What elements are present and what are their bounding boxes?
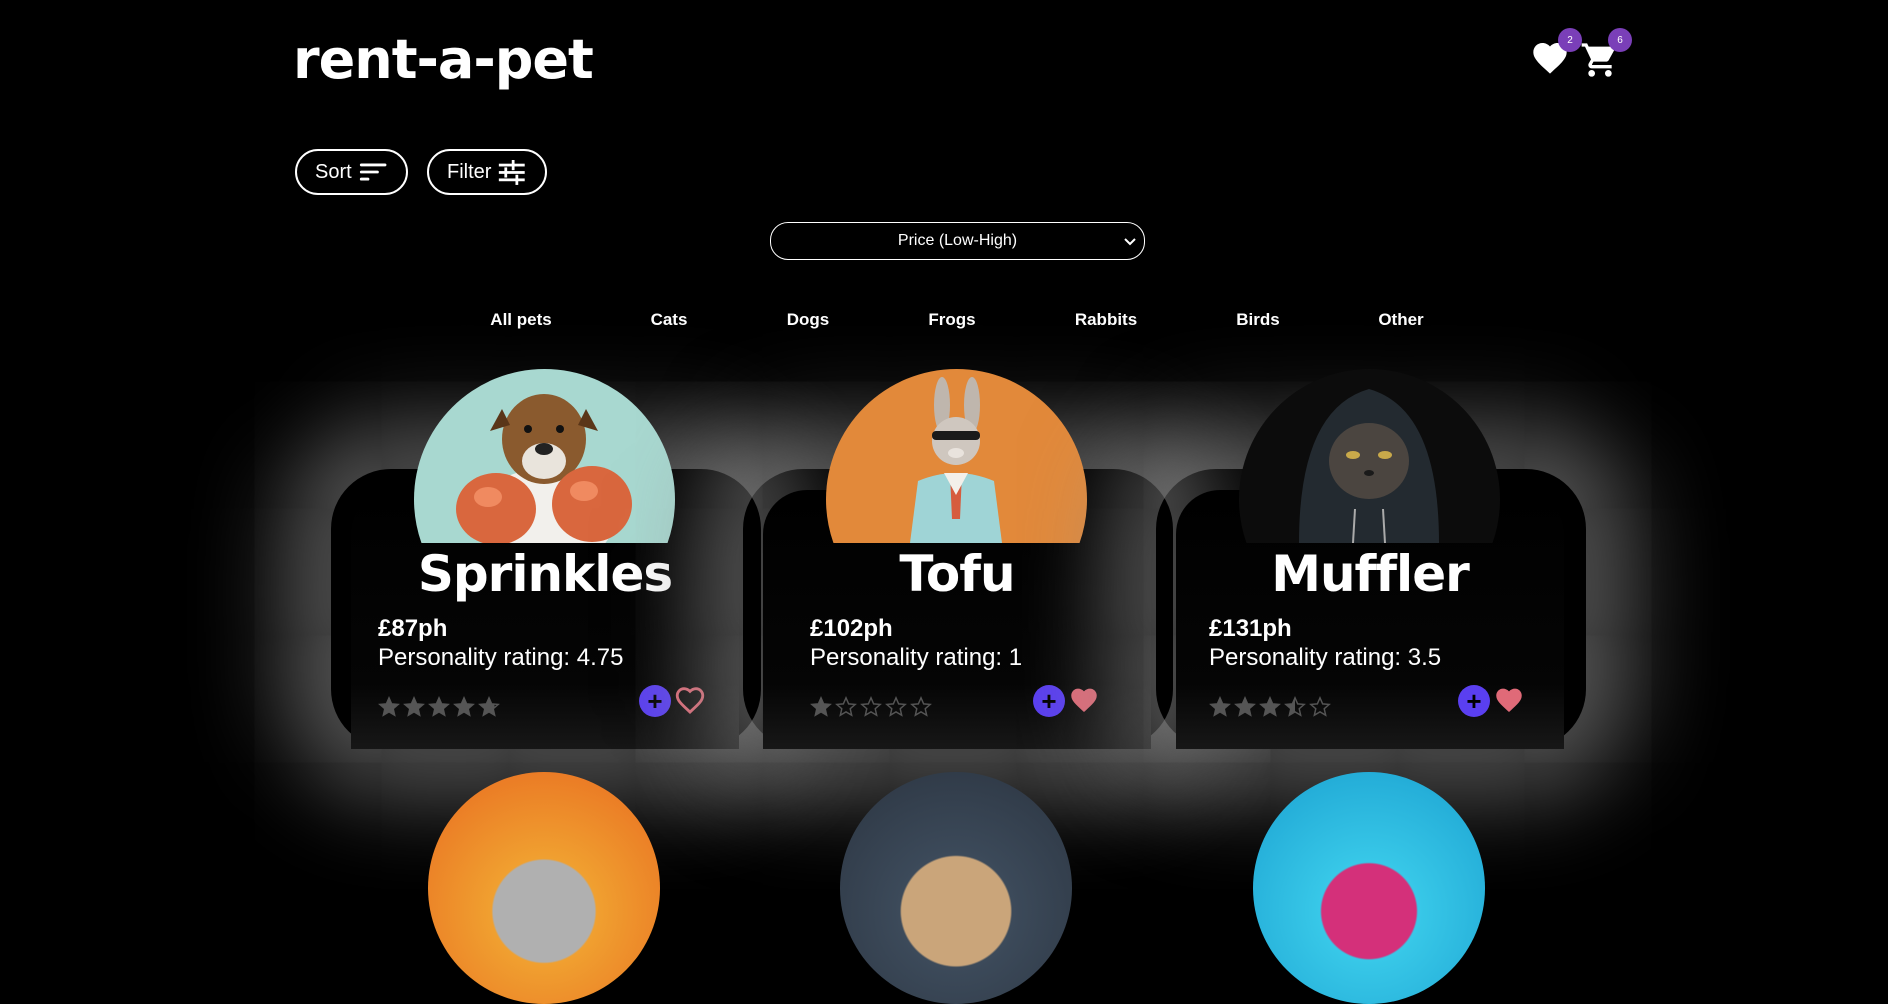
pet-card[interactable]: Muffler £131ph Personality rating: 3.5 +: [1176, 369, 1566, 749]
pet-name: Tofu: [899, 545, 1015, 603]
favorite-button[interactable]: [1067, 683, 1101, 717]
pet-name: Sprinkles: [417, 545, 673, 603]
add-to-cart-button[interactable]: +: [1458, 685, 1490, 717]
star-icon: [835, 696, 857, 717]
boxer-dog-illustration: [456, 394, 632, 543]
pet-photo-next-row: [428, 772, 660, 1004]
favorite-button[interactable]: [673, 683, 707, 717]
sort-button[interactable]: Sort: [295, 149, 408, 195]
add-to-cart-button[interactable]: +: [639, 685, 671, 717]
plus-icon: +: [1041, 686, 1057, 716]
sort-select-value: Price (Low-High): [897, 232, 1018, 249]
pet-price: £102ph: [810, 615, 893, 642]
rabbit-in-suit-illustration: [910, 377, 1002, 543]
pet-card[interactable]: Tofu £102ph Personality rating: 1 +: [763, 369, 1153, 749]
pet-price: £87ph: [378, 615, 448, 642]
plus-icon: +: [647, 686, 663, 716]
filter-sliders-icon: [499, 159, 526, 185]
sort-label: Sort: [315, 160, 352, 183]
star-icon: [453, 696, 475, 717]
pet-photo-next-row: [840, 772, 1072, 1004]
favorite-button[interactable]: [1492, 683, 1526, 717]
cat-in-hoodie-illustration: [1299, 389, 1439, 543]
pet-price: £131ph: [1209, 615, 1292, 642]
add-to-cart-button[interactable]: +: [1033, 685, 1065, 717]
star-icon: [1309, 696, 1331, 717]
sort-lines-icon: [359, 163, 387, 181]
favorites-count-badge: 2: [1558, 28, 1582, 52]
category-tabs: All pets Cats Dogs Frogs Rabbits Birds O…: [0, 310, 1888, 334]
tab-birds[interactable]: Birds: [1236, 310, 1279, 330]
star-icon: [1259, 696, 1281, 717]
personality-rating: Personality rating: 3.5: [1209, 644, 1442, 671]
star-icon: [378, 696, 400, 717]
tab-all-pets[interactable]: All pets: [490, 310, 551, 330]
chevron-down-icon: [1124, 238, 1136, 246]
tab-dogs[interactable]: Dogs: [787, 310, 830, 330]
star-rating: [810, 696, 932, 718]
filter-label: Filter: [447, 160, 492, 183]
personality-rating: Personality rating: 4.75: [378, 644, 624, 671]
cart-count-badge: 6: [1608, 28, 1632, 52]
sort-select[interactable]: Price (Low-High): [770, 222, 1145, 260]
star-icon: [810, 696, 832, 717]
tab-other[interactable]: Other: [1378, 310, 1423, 330]
pet-photo: [414, 369, 675, 543]
star-icon: [860, 696, 882, 717]
heart-outline-icon: [675, 687, 705, 714]
pet-photo-next-row: [1253, 772, 1485, 1004]
plus-icon: +: [1466, 686, 1482, 716]
heart-filled-icon: [1071, 688, 1097, 713]
star-icon: [428, 696, 450, 717]
site-logo[interactable]: rent-a-pet: [293, 28, 594, 91]
star-icon: [1209, 696, 1231, 717]
tab-cats[interactable]: Cats: [651, 310, 688, 330]
star-icon: [478, 696, 500, 717]
star-rating: [1209, 696, 1331, 718]
pet-photo: [826, 369, 1087, 543]
star-icon: [1234, 696, 1256, 717]
tab-rabbits[interactable]: Rabbits: [1075, 310, 1137, 330]
star-icon: [403, 696, 425, 717]
heart-filled-icon: [1496, 688, 1522, 713]
star-icon: [885, 696, 907, 717]
personality-rating: Personality rating: 1: [810, 644, 1023, 671]
pet-name: Muffler: [1271, 545, 1470, 603]
filter-button[interactable]: Filter: [427, 149, 547, 195]
star-icon: [910, 696, 932, 717]
pet-photo: [1239, 369, 1500, 543]
star-rating: [378, 696, 500, 718]
star-icon: [1284, 696, 1306, 717]
tab-frogs[interactable]: Frogs: [928, 310, 975, 330]
pet-card[interactable]: Sprinkles £87ph Personality rating: 4.75…: [351, 369, 741, 749]
